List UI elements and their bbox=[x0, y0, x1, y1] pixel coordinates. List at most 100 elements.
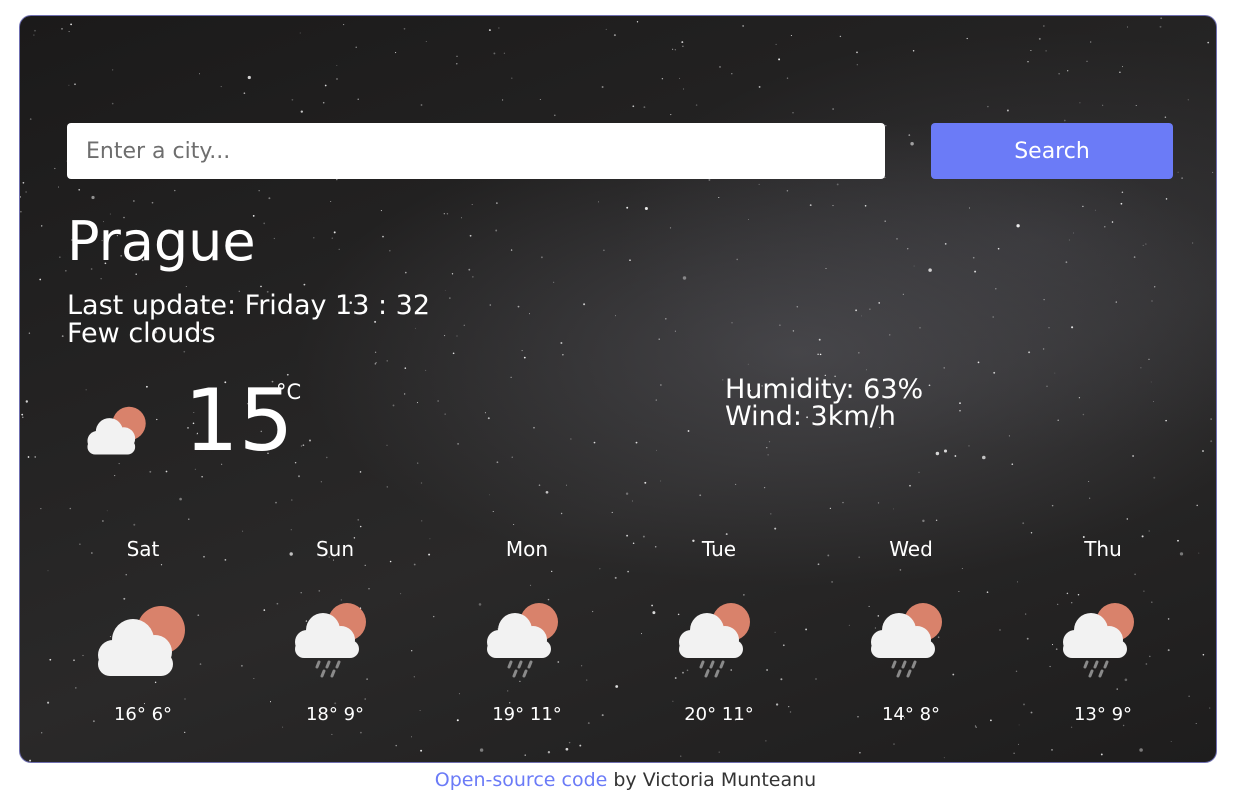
star bbox=[174, 189, 176, 192]
star bbox=[1126, 518, 1129, 520]
star bbox=[790, 34, 792, 37]
star bbox=[944, 243, 947, 245]
star bbox=[382, 235, 384, 238]
star bbox=[85, 389, 87, 391]
star bbox=[112, 69, 114, 71]
star bbox=[420, 104, 423, 106]
star bbox=[70, 23, 72, 26]
forecast-temps: 19° 11° bbox=[492, 704, 562, 725]
star bbox=[389, 249, 391, 252]
star bbox=[1165, 198, 1168, 200]
star bbox=[839, 35, 842, 38]
weather-details: Humidity: 63% Wind: 3km/h bbox=[725, 376, 923, 430]
star bbox=[992, 316, 995, 318]
star bbox=[1210, 418, 1212, 420]
star bbox=[28, 332, 31, 334]
star bbox=[100, 278, 102, 280]
star bbox=[682, 45, 684, 47]
star bbox=[493, 52, 496, 55]
star bbox=[220, 86, 222, 88]
star bbox=[832, 205, 834, 207]
star bbox=[670, 114, 672, 116]
star bbox=[832, 108, 834, 110]
star bbox=[910, 141, 914, 146]
star bbox=[896, 238, 898, 240]
star bbox=[995, 288, 997, 290]
star bbox=[404, 367, 407, 369]
star bbox=[858, 352, 860, 354]
star bbox=[69, 507, 72, 510]
star bbox=[1132, 455, 1135, 457]
star bbox=[786, 77, 789, 79]
star bbox=[1192, 242, 1194, 244]
star bbox=[298, 475, 300, 478]
star bbox=[118, 463, 120, 465]
star bbox=[1153, 476, 1156, 479]
star bbox=[1145, 243, 1147, 245]
star bbox=[359, 471, 362, 473]
star bbox=[165, 470, 168, 473]
city-search-input[interactable] bbox=[67, 123, 885, 179]
star bbox=[856, 64, 858, 66]
star bbox=[374, 363, 376, 365]
star bbox=[672, 48, 674, 50]
star bbox=[708, 178, 711, 181]
star bbox=[1016, 224, 1020, 228]
star bbox=[511, 456, 513, 458]
star bbox=[993, 371, 996, 374]
star bbox=[866, 369, 867, 371]
star bbox=[968, 207, 970, 209]
star bbox=[471, 203, 473, 206]
star bbox=[1011, 463, 1014, 466]
star bbox=[778, 58, 781, 61]
star bbox=[479, 748, 484, 752]
star bbox=[626, 206, 629, 209]
star bbox=[674, 330, 676, 332]
star bbox=[540, 256, 543, 259]
star bbox=[513, 524, 515, 525]
star bbox=[864, 205, 867, 207]
star bbox=[968, 445, 970, 447]
star bbox=[357, 519, 359, 521]
forecast-day-name: Sun bbox=[315, 537, 355, 561]
star bbox=[1164, 116, 1167, 118]
star bbox=[928, 268, 932, 272]
star bbox=[565, 747, 569, 751]
forecast-day-name: Mon bbox=[505, 537, 549, 561]
open-source-link[interactable]: Open-source code bbox=[435, 769, 608, 791]
star bbox=[111, 102, 114, 105]
star bbox=[460, 217, 462, 219]
star bbox=[562, 354, 564, 356]
star bbox=[1078, 397, 1081, 399]
star bbox=[1139, 748, 1143, 752]
search-button[interactable]: Search bbox=[931, 123, 1173, 179]
star bbox=[669, 227, 672, 229]
star bbox=[1148, 530, 1150, 532]
star bbox=[909, 484, 911, 487]
star bbox=[593, 441, 596, 444]
rain-day-icon bbox=[295, 603, 366, 678]
star bbox=[1048, 327, 1050, 329]
star bbox=[1042, 348, 1045, 350]
rain-day-icon bbox=[1063, 603, 1134, 678]
rain-day-icon bbox=[679, 603, 750, 678]
star bbox=[386, 444, 388, 446]
star bbox=[425, 369, 427, 371]
star bbox=[78, 188, 81, 191]
star bbox=[664, 317, 667, 320]
forecast-day: Mon 19° 11° bbox=[431, 534, 623, 734]
star bbox=[829, 507, 832, 510]
star bbox=[102, 520, 104, 522]
star bbox=[510, 249, 513, 251]
star bbox=[106, 510, 108, 512]
star bbox=[1027, 61, 1029, 63]
star bbox=[682, 276, 687, 280]
star bbox=[510, 376, 512, 378]
star bbox=[636, 21, 639, 23]
star bbox=[1018, 743, 1020, 745]
star bbox=[420, 749, 423, 752]
star bbox=[1038, 37, 1041, 40]
star bbox=[902, 293, 904, 295]
star bbox=[420, 482, 423, 484]
forecast-row: Sat 16° 6° Sun 18° 9° Mon 19° 11° Tue 20… bbox=[47, 534, 1199, 734]
